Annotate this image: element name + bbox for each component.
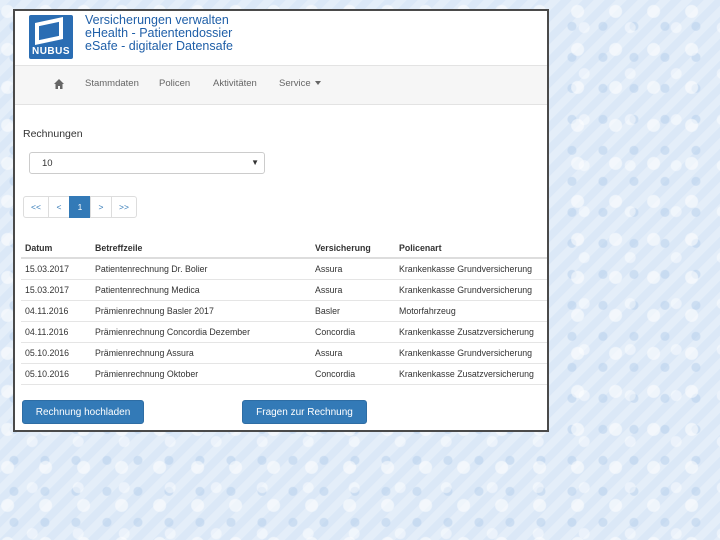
nav-service-label: Service: [279, 78, 311, 89]
col-header-betreffzeile[interactable]: Betreffzeile: [91, 238, 311, 259]
site-title-3: eSafe - digitaler Datensafe: [85, 39, 234, 53]
col-header-versicherung[interactable]: Versicherung: [311, 238, 395, 259]
cell-versicherung: Concordia: [311, 321, 395, 343]
cell-betreffzeile: Prämienrechnung Oktober: [91, 363, 311, 385]
cell-versicherung: Assura: [311, 342, 395, 364]
col-header-policenart[interactable]: Policenart: [395, 238, 547, 259]
cell-datum: 05.10.2016: [21, 342, 91, 364]
cell-policenart: Krankenkasse Zusatzversicherung: [395, 321, 547, 343]
section-title: Rechnungen: [23, 128, 83, 140]
page-current-button[interactable]: 1: [69, 196, 91, 218]
nubus-logo[interactable]: NUBUS: [29, 15, 73, 59]
table-row[interactable]: 15.03.2017 Patientenrechnung Dr. Bolier …: [21, 258, 547, 280]
cell-versicherung: Assura: [311, 279, 395, 301]
invoice-questions-button[interactable]: Fragen zur Rechnung: [242, 400, 367, 424]
navbar: Stammdaten Policen Aktivitäten Service: [15, 65, 547, 105]
site-titles: Versicherungen verwalten eHealth - Patie…: [85, 14, 233, 53]
cell-versicherung: Basler: [311, 300, 395, 322]
nav-stammdaten[interactable]: Stammdaten: [85, 78, 139, 89]
cell-policenart: Krankenkasse Grundversicherung: [395, 342, 547, 364]
page-prev-button[interactable]: <: [48, 196, 70, 218]
cell-betreffzeile: Prämienrechnung Concordia Dezember: [91, 321, 311, 343]
cell-betreffzeile: Prämienrechnung Assura: [91, 342, 311, 364]
page-size-select[interactable]: 10 ▼: [29, 152, 265, 174]
header: NUBUS Versicherungen verwalten eHealth -…: [15, 11, 547, 65]
cell-datum: 05.10.2016: [21, 363, 91, 385]
col-header-datum[interactable]: Datum: [21, 238, 91, 259]
invoices-table: Datum Betreffzeile Versicherung Policena…: [21, 238, 547, 385]
cell-betreffzeile: Patientenrechnung Dr. Bolier: [91, 258, 311, 280]
table-row[interactable]: 05.10.2016 Prämienrechnung Oktober Conco…: [21, 363, 547, 385]
app-window: NUBUS Versicherungen verwalten eHealth -…: [13, 9, 549, 432]
cell-policenart: Motorfahrzeug: [395, 300, 547, 322]
cell-datum: 04.11.2016: [21, 300, 91, 322]
cell-versicherung: Concordia: [311, 363, 395, 385]
cell-datum: 15.03.2017: [21, 279, 91, 301]
table-header-row: Datum Betreffzeile Versicherung Policena…: [21, 238, 547, 259]
home-icon[interactable]: [53, 78, 65, 90]
nav-policen[interactable]: Policen: [159, 78, 190, 89]
pagination: << < 1 > >>: [23, 196, 137, 218]
page-size-value: 10: [42, 158, 53, 169]
table-row[interactable]: 05.10.2016 Prämienrechnung Assura Assura…: [21, 342, 547, 364]
cell-versicherung: Assura: [311, 258, 395, 280]
cell-policenart: Krankenkasse Zusatzversicherung: [395, 363, 547, 385]
cell-betreffzeile: Patientenrechnung Medica: [91, 279, 311, 301]
nav-service[interactable]: Service: [279, 78, 321, 89]
table-row[interactable]: 04.11.2016 Prämienrechnung Basler 2017 B…: [21, 300, 547, 322]
page-next-button[interactable]: >: [90, 196, 112, 218]
logo-text: NUBUS: [31, 46, 71, 57]
table-row[interactable]: 15.03.2017 Patientenrechnung Medica Assu…: [21, 279, 547, 301]
cell-datum: 15.03.2017: [21, 258, 91, 280]
nav-aktivitaeten[interactable]: Aktivitäten: [213, 78, 257, 89]
cell-betreffzeile: Prämienrechnung Basler 2017: [91, 300, 311, 322]
table-row[interactable]: 04.11.2016 Prämienrechnung Concordia Dez…: [21, 321, 547, 343]
caret-down-icon: [314, 81, 321, 86]
cell-policenart: Krankenkasse Grundversicherung: [395, 279, 547, 301]
page-first-button[interactable]: <<: [23, 196, 49, 218]
dropdown-arrow-icon: ▼: [251, 158, 259, 167]
cell-policenart: Krankenkasse Grundversicherung: [395, 258, 547, 280]
page-last-button[interactable]: >>: [111, 196, 137, 218]
cell-datum: 04.11.2016: [21, 321, 91, 343]
upload-invoice-button[interactable]: Rechnung hochladen: [22, 400, 144, 424]
